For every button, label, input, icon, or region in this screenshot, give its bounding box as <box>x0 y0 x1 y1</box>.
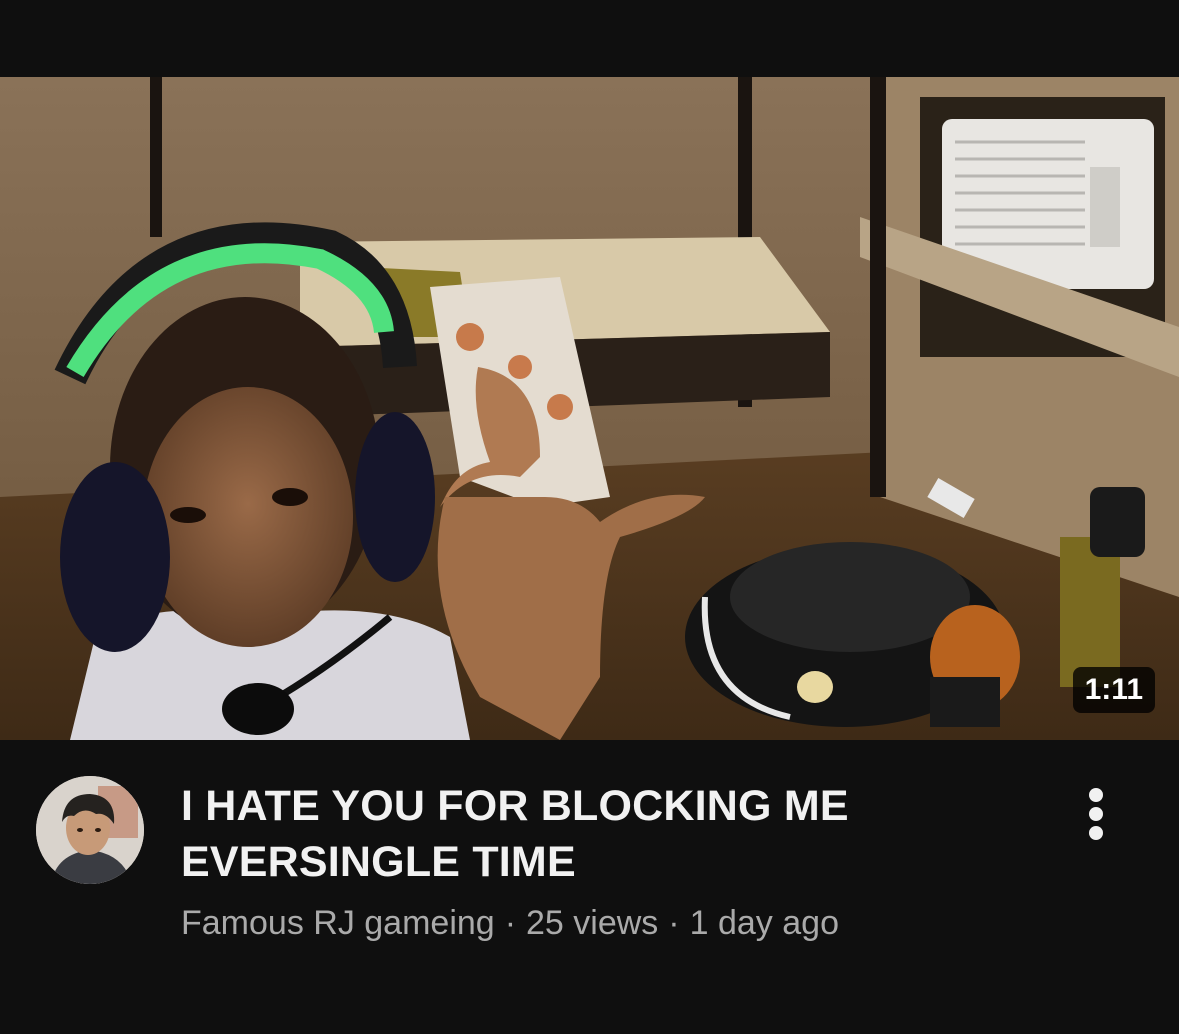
video-meta-line: Famous RJ gameing · 25 views · 1 day ago <box>181 904 839 943</box>
top-bar <box>0 0 1179 77</box>
video-thumbnail[interactable]: 1:11 <box>0 77 1179 740</box>
ellipsis-dot <box>1089 807 1103 821</box>
ellipsis-dot <box>1089 826 1103 840</box>
channel-name[interactable]: Famous RJ gameing <box>181 904 495 942</box>
channel-avatar-image <box>36 776 144 884</box>
ellipsis-dot <box>1089 788 1103 802</box>
video-metadata-row: I HATE YOU FOR BLOCKING ME EVERSINGLE TI… <box>0 740 1179 1034</box>
video-title[interactable]: I HATE YOU FOR BLOCKING ME EVERSINGLE TI… <box>181 778 981 890</box>
meta-separator: · <box>668 904 680 942</box>
vertical-ellipsis-icon[interactable] <box>1076 784 1116 844</box>
duration-badge: 1:11 <box>1072 667 1155 713</box>
thumbnail-image <box>0 77 1179 740</box>
upload-age: 1 day ago <box>689 904 839 942</box>
channel-avatar[interactable] <box>36 776 144 884</box>
view-count: 25 views <box>526 904 659 942</box>
meta-separator: · <box>504 904 517 942</box>
